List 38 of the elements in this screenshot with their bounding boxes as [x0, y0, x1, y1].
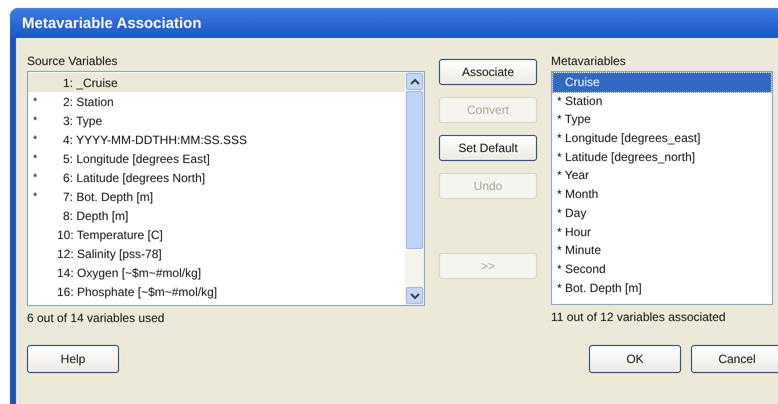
- source-variable-item[interactable]: * 2: Station: [28, 92, 405, 111]
- scroll-down-icon[interactable]: [406, 287, 423, 304]
- metavariables-status-text: 11 out of 12 variables associated: [551, 310, 727, 324]
- metavariable-item[interactable]: * Year: [553, 166, 771, 186]
- source-variable-item[interactable]: * 4: YYYY-MM-DDTHH:MM:SS.SSS: [28, 130, 405, 149]
- source-variable-item[interactable]: 14: Oxygen [~$m~#mol/kg]: [28, 263, 405, 282]
- metavariable-item[interactable]: Cruise: [553, 73, 771, 92]
- metavariable-item[interactable]: * Latitude [degrees_north]: [553, 148, 771, 166]
- source-variable-item[interactable]: * 5: Longitude [degrees East]: [28, 149, 405, 168]
- metavariable-item[interactable]: * Minute: [553, 241, 771, 260]
- metavariable-item[interactable]: * Second: [553, 260, 771, 279]
- cancel-button[interactable]: Cancel: [691, 345, 778, 373]
- source-variable-item[interactable]: * 3: Type: [28, 111, 405, 130]
- source-variable-item[interactable]: 1: _Cruise: [28, 73, 405, 92]
- help-button[interactable]: Help: [27, 345, 119, 373]
- action-button[interactable]: Set Default: [439, 135, 537, 161]
- source-variable-item[interactable]: 12: Salinity [pss-78]: [28, 244, 405, 263]
- source-variable-item[interactable]: * 6: Latitude [degrees North]: [28, 168, 405, 187]
- metavariables-label: Metavariables: [551, 54, 627, 70]
- scrollbar[interactable]: [405, 72, 424, 305]
- metavariable-item[interactable]: * Station: [553, 92, 771, 110]
- source-status-text: 6 out of 14 variables used: [27, 311, 166, 325]
- action-button[interactable]: Associate: [439, 59, 537, 85]
- metavariable-item[interactable]: * Hour: [553, 222, 771, 242]
- source-variable-item[interactable]: 10: Temperature [C]: [28, 225, 405, 244]
- source-variable-item[interactable]: * 7: Bot. Depth [m]: [28, 187, 405, 206]
- scroll-up-icon[interactable]: [406, 73, 423, 90]
- metavariable-item[interactable]: * Bot. Depth [m]: [553, 278, 771, 298]
- window-title: Metavariable Association: [21, 14, 202, 32]
- metavariable-item[interactable]: * Type: [553, 110, 771, 130]
- source-variable-item[interactable]: 8: Depth [m]: [28, 206, 405, 225]
- metavariable-item[interactable]: * Day: [553, 204, 771, 222]
- source-variable-item[interactable]: 16: Phosphate [~$m~#mol/kg]: [28, 282, 405, 301]
- ok-button[interactable]: OK: [589, 345, 681, 373]
- metavariable-item[interactable]: * Month: [553, 185, 771, 204]
- metavariable-item[interactable]: * Longitude [degrees_east]: [553, 129, 771, 148]
- scroll-thumb[interactable]: [406, 91, 423, 249]
- source-variables-label: Source Variables: [27, 54, 118, 70]
